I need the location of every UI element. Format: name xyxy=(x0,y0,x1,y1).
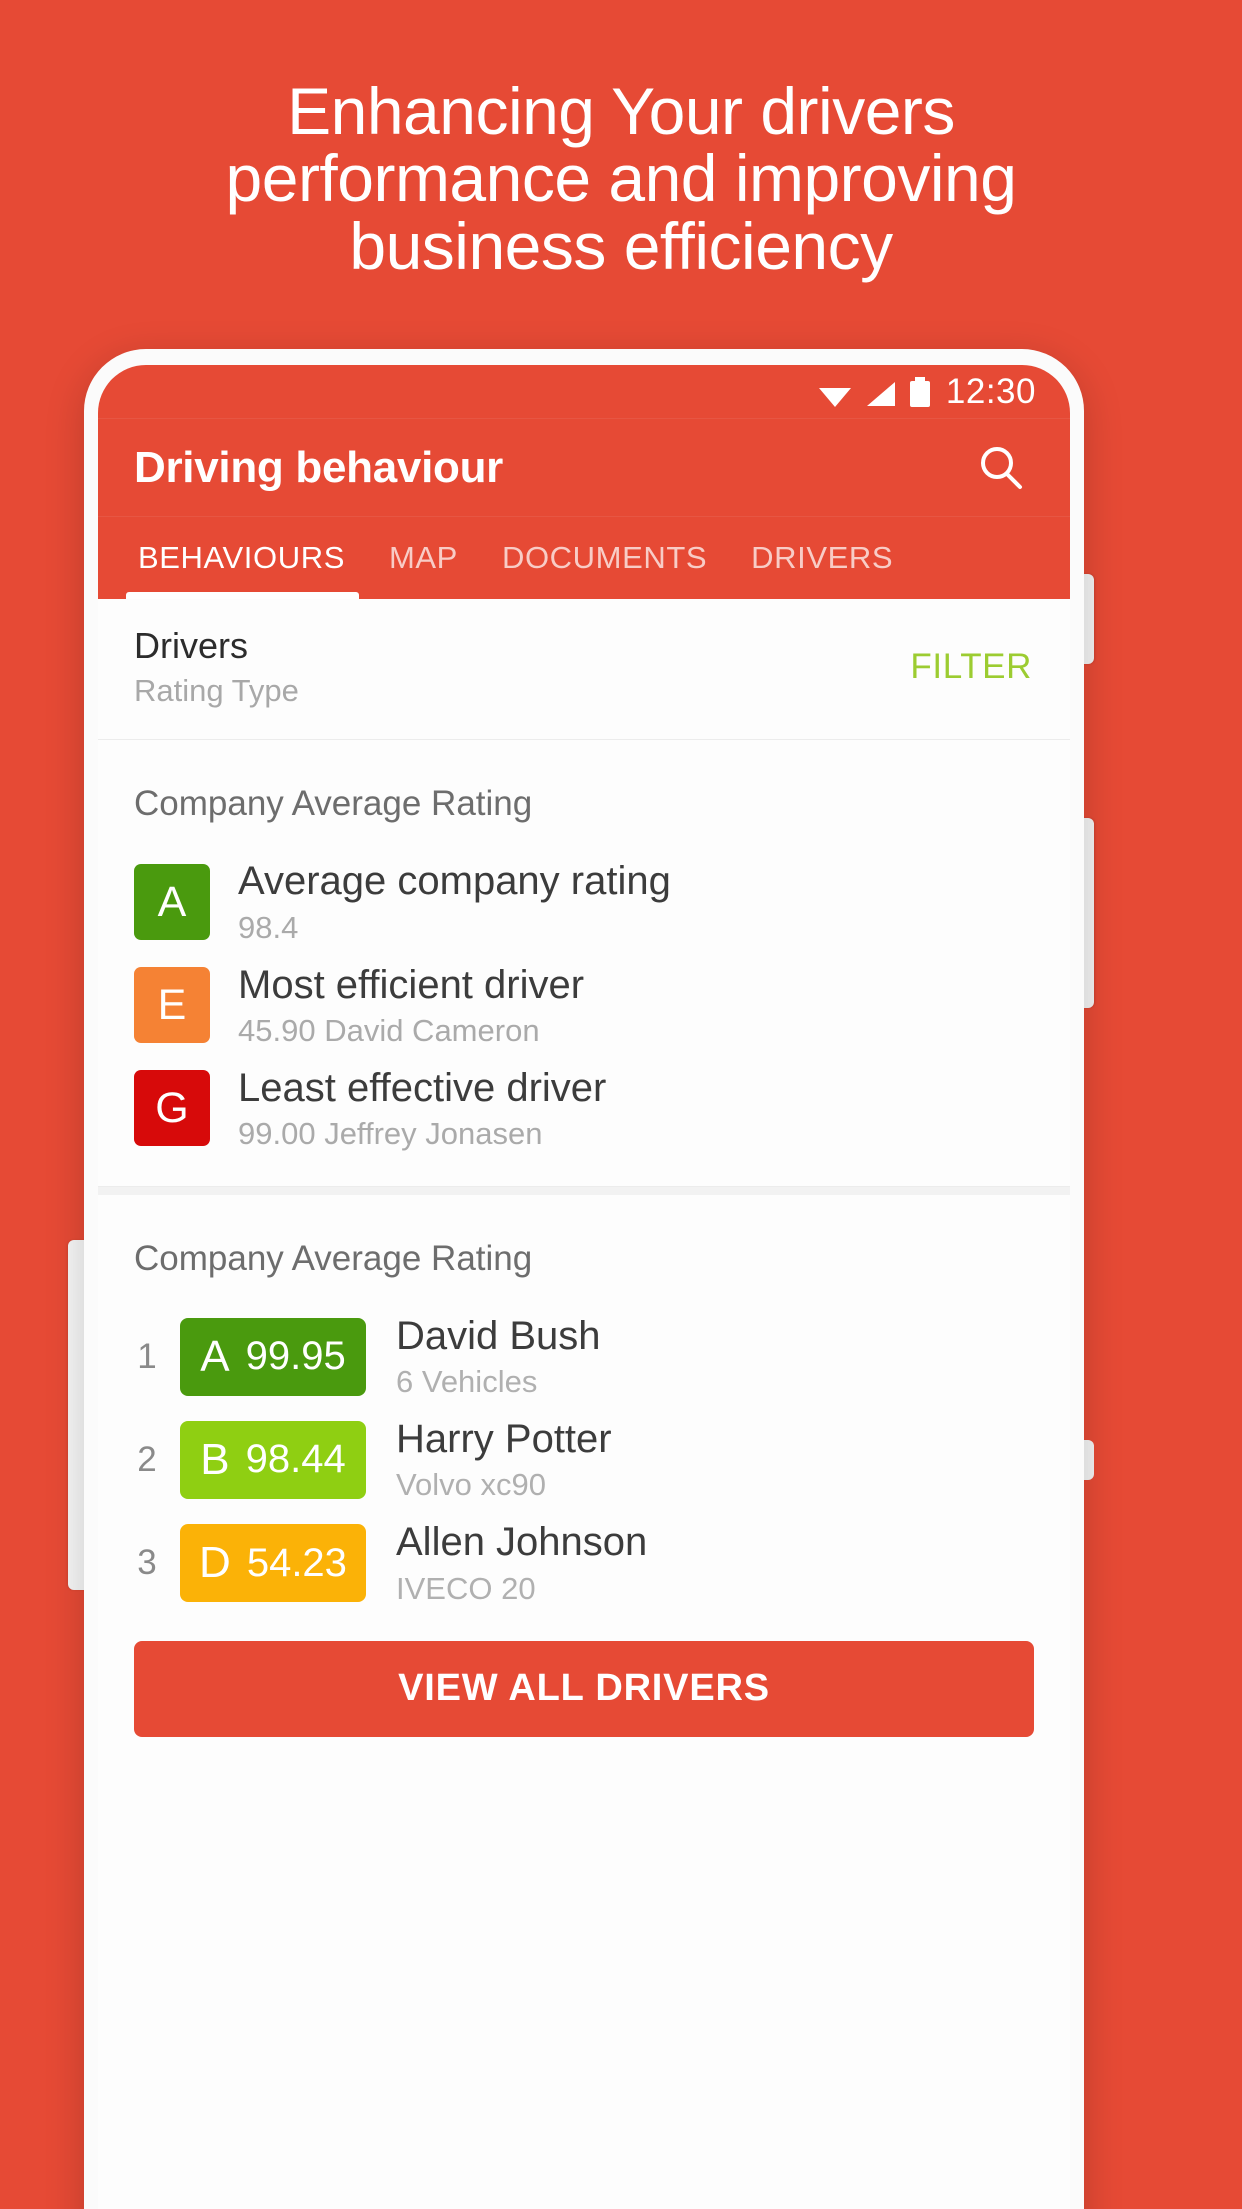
driver-detail: Volvo xc90 xyxy=(396,1467,546,1503)
list-item-title: Average company rating xyxy=(238,859,671,904)
drivers-filter-card: Drivers Rating Type FILTER xyxy=(98,599,1070,741)
signal-icon xyxy=(866,381,895,406)
filter-row-title: Drivers xyxy=(134,625,248,666)
ranking-section-title: Company Average Rating xyxy=(134,1239,533,1279)
driver-name: Harry Potter xyxy=(396,1417,612,1462)
list-item-title: Least effective driver xyxy=(238,1065,607,1110)
battery-icon xyxy=(909,376,930,407)
promo-screenshot-page: Enhancing Your drivers performance and i… xyxy=(0,0,1242,2209)
grade-badge: E xyxy=(134,967,210,1044)
tab-bar: BEHAVIOURS MAP DOCUMENTS DRIVERS xyxy=(98,517,1070,599)
grade-letter: A xyxy=(200,1331,230,1381)
status-bar-clock: 12:30 xyxy=(945,371,1036,411)
list-item[interactable]: G Least effective driver 99.00 Jeffrey J… xyxy=(98,1057,1070,1160)
driver-detail: IVECO 20 xyxy=(396,1570,536,1606)
rank-number: 1 xyxy=(137,1336,157,1376)
list-item-subtitle: 45.90 David Cameron xyxy=(238,1012,540,1048)
promo-headline-line-1: Enhancing Your drivers xyxy=(287,74,955,148)
cta-wrapper: VIEW ALL DRIVERS xyxy=(98,1615,1070,1737)
table-row-text: Allen Johnson IVECO 20 xyxy=(396,1519,647,1606)
list-item-title: Most efficient driver xyxy=(238,962,585,1007)
wifi-icon xyxy=(818,387,851,407)
grade-score-badge: D 54.23 xyxy=(180,1524,366,1602)
grade-score-badge: B 98.44 xyxy=(180,1420,366,1499)
card-gap xyxy=(98,1187,1070,1196)
list-item-text: Least effective driver 99.00 Jeffrey Jon… xyxy=(238,1065,606,1152)
grade-score: 99.95 xyxy=(245,1334,346,1379)
filter-row: Drivers Rating Type FILTER xyxy=(98,599,1070,739)
filter-row-text: Drivers Rating Type xyxy=(134,625,299,709)
search-icon xyxy=(981,446,1022,489)
filter-row-subtitle: Rating Type xyxy=(134,673,299,709)
search-button[interactable] xyxy=(970,437,1032,499)
grade-score: 98.44 xyxy=(245,1437,346,1482)
table-row-text: Harry Potter Volvo xc90 xyxy=(396,1416,612,1503)
rank-number: 3 xyxy=(137,1543,157,1582)
phone-screen-bezel: 12:30 Driving behaviour BEHAVIOURS MAP D… xyxy=(98,365,1070,2209)
phone-frame: 12:30 Driving behaviour BEHAVIOURS MAP D… xyxy=(84,349,1084,2209)
grade-badge: G xyxy=(134,1070,210,1147)
app-screen: 12:30 Driving behaviour BEHAVIOURS MAP D… xyxy=(98,365,1070,2209)
rank-number: 2 xyxy=(137,1439,157,1479)
company-average-summary-card: Company Average Rating A Average company… xyxy=(98,740,1070,1188)
status-bar: 12:30 xyxy=(98,365,1070,419)
promo-headline-line-3: business efficiency xyxy=(349,208,893,283)
promo-headline-line-2: performance and improving xyxy=(225,141,1017,216)
driver-name: David Bush xyxy=(396,1314,601,1359)
table-row[interactable]: 3 D 54.23 Allen Johnson IVECO 20 xyxy=(98,1511,1070,1614)
list-item[interactable]: A Average company rating 98.4 xyxy=(98,850,1070,953)
table-row[interactable]: 1 A 99.95 David Bush 6 Vehicles xyxy=(98,1305,1070,1408)
tab-documents[interactable]: DOCUMENTS xyxy=(498,540,711,576)
driver-name: Allen Johnson xyxy=(396,1520,648,1565)
app-bar: Driving behaviour xyxy=(98,419,1070,517)
list-item-subtitle: 98.4 xyxy=(238,909,299,945)
grade-badge: A xyxy=(134,864,210,941)
view-all-drivers-button[interactable]: VIEW ALL DRIVERS xyxy=(134,1640,1034,1737)
driver-detail: 6 Vehicles xyxy=(396,1364,538,1400)
tab-drivers[interactable]: DRIVERS xyxy=(747,540,897,576)
tab-behaviours[interactable]: BEHAVIOURS xyxy=(134,540,349,576)
grade-letter: D xyxy=(199,1538,231,1587)
list-item-text: Most efficient driver 45.90 David Camero… xyxy=(238,962,584,1049)
list-item-text: Average company rating 98.4 xyxy=(238,858,671,945)
tab-active-indicator xyxy=(126,592,359,599)
table-row-text: David Bush 6 Vehicles xyxy=(396,1313,601,1400)
driver-ranking-card: Company Average Rating 1 A 99.95 David B… xyxy=(98,1195,1070,1737)
promo-headline: Enhancing Your drivers performance and i… xyxy=(0,74,1242,283)
tab-map[interactable]: MAP xyxy=(385,540,462,576)
page-title: Driving behaviour xyxy=(134,442,503,492)
status-bar-icons xyxy=(818,376,930,407)
summary-section-title: Company Average Rating xyxy=(134,784,533,824)
list-item[interactable]: E Most efficient driver 45.90 David Came… xyxy=(98,954,1070,1057)
filter-button[interactable]: FILTER xyxy=(910,647,1032,687)
grade-score-badge: A 99.95 xyxy=(180,1317,366,1396)
grade-letter: B xyxy=(200,1434,230,1484)
table-row[interactable]: 2 B 98.44 Harry Potter Volvo xc90 xyxy=(98,1408,1070,1511)
grade-score: 54.23 xyxy=(246,1540,347,1585)
list-item-subtitle: 99.00 Jeffrey Jonasen xyxy=(238,1116,543,1152)
